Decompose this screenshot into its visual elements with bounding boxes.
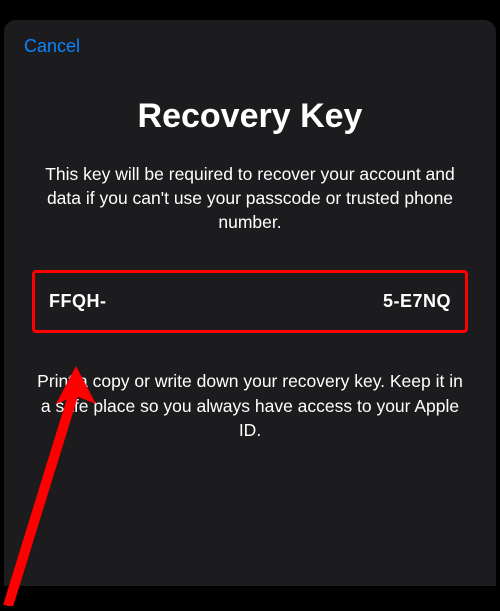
key-instructions: Print a copy or write down your recovery… bbox=[24, 369, 476, 441]
recovery-key-box[interactable]: FFQH- 5-E7NQ bbox=[32, 270, 468, 333]
sheet-content: Recovery Key This key will be required t… bbox=[4, 57, 496, 442]
key-description: This key will be required to recover you… bbox=[24, 162, 476, 234]
sheet-header: Cancel bbox=[4, 20, 496, 57]
recovery-key-container: FFQH- 5-E7NQ bbox=[32, 270, 468, 333]
modal-sheet: Cancel Recovery Key This key will be req… bbox=[4, 20, 496, 586]
cancel-button[interactable]: Cancel bbox=[24, 36, 80, 57]
recovery-key-prefix: FFQH- bbox=[49, 291, 106, 312]
recovery-key-suffix: 5-E7NQ bbox=[383, 291, 451, 312]
page-title: Recovery Key bbox=[24, 97, 476, 136]
